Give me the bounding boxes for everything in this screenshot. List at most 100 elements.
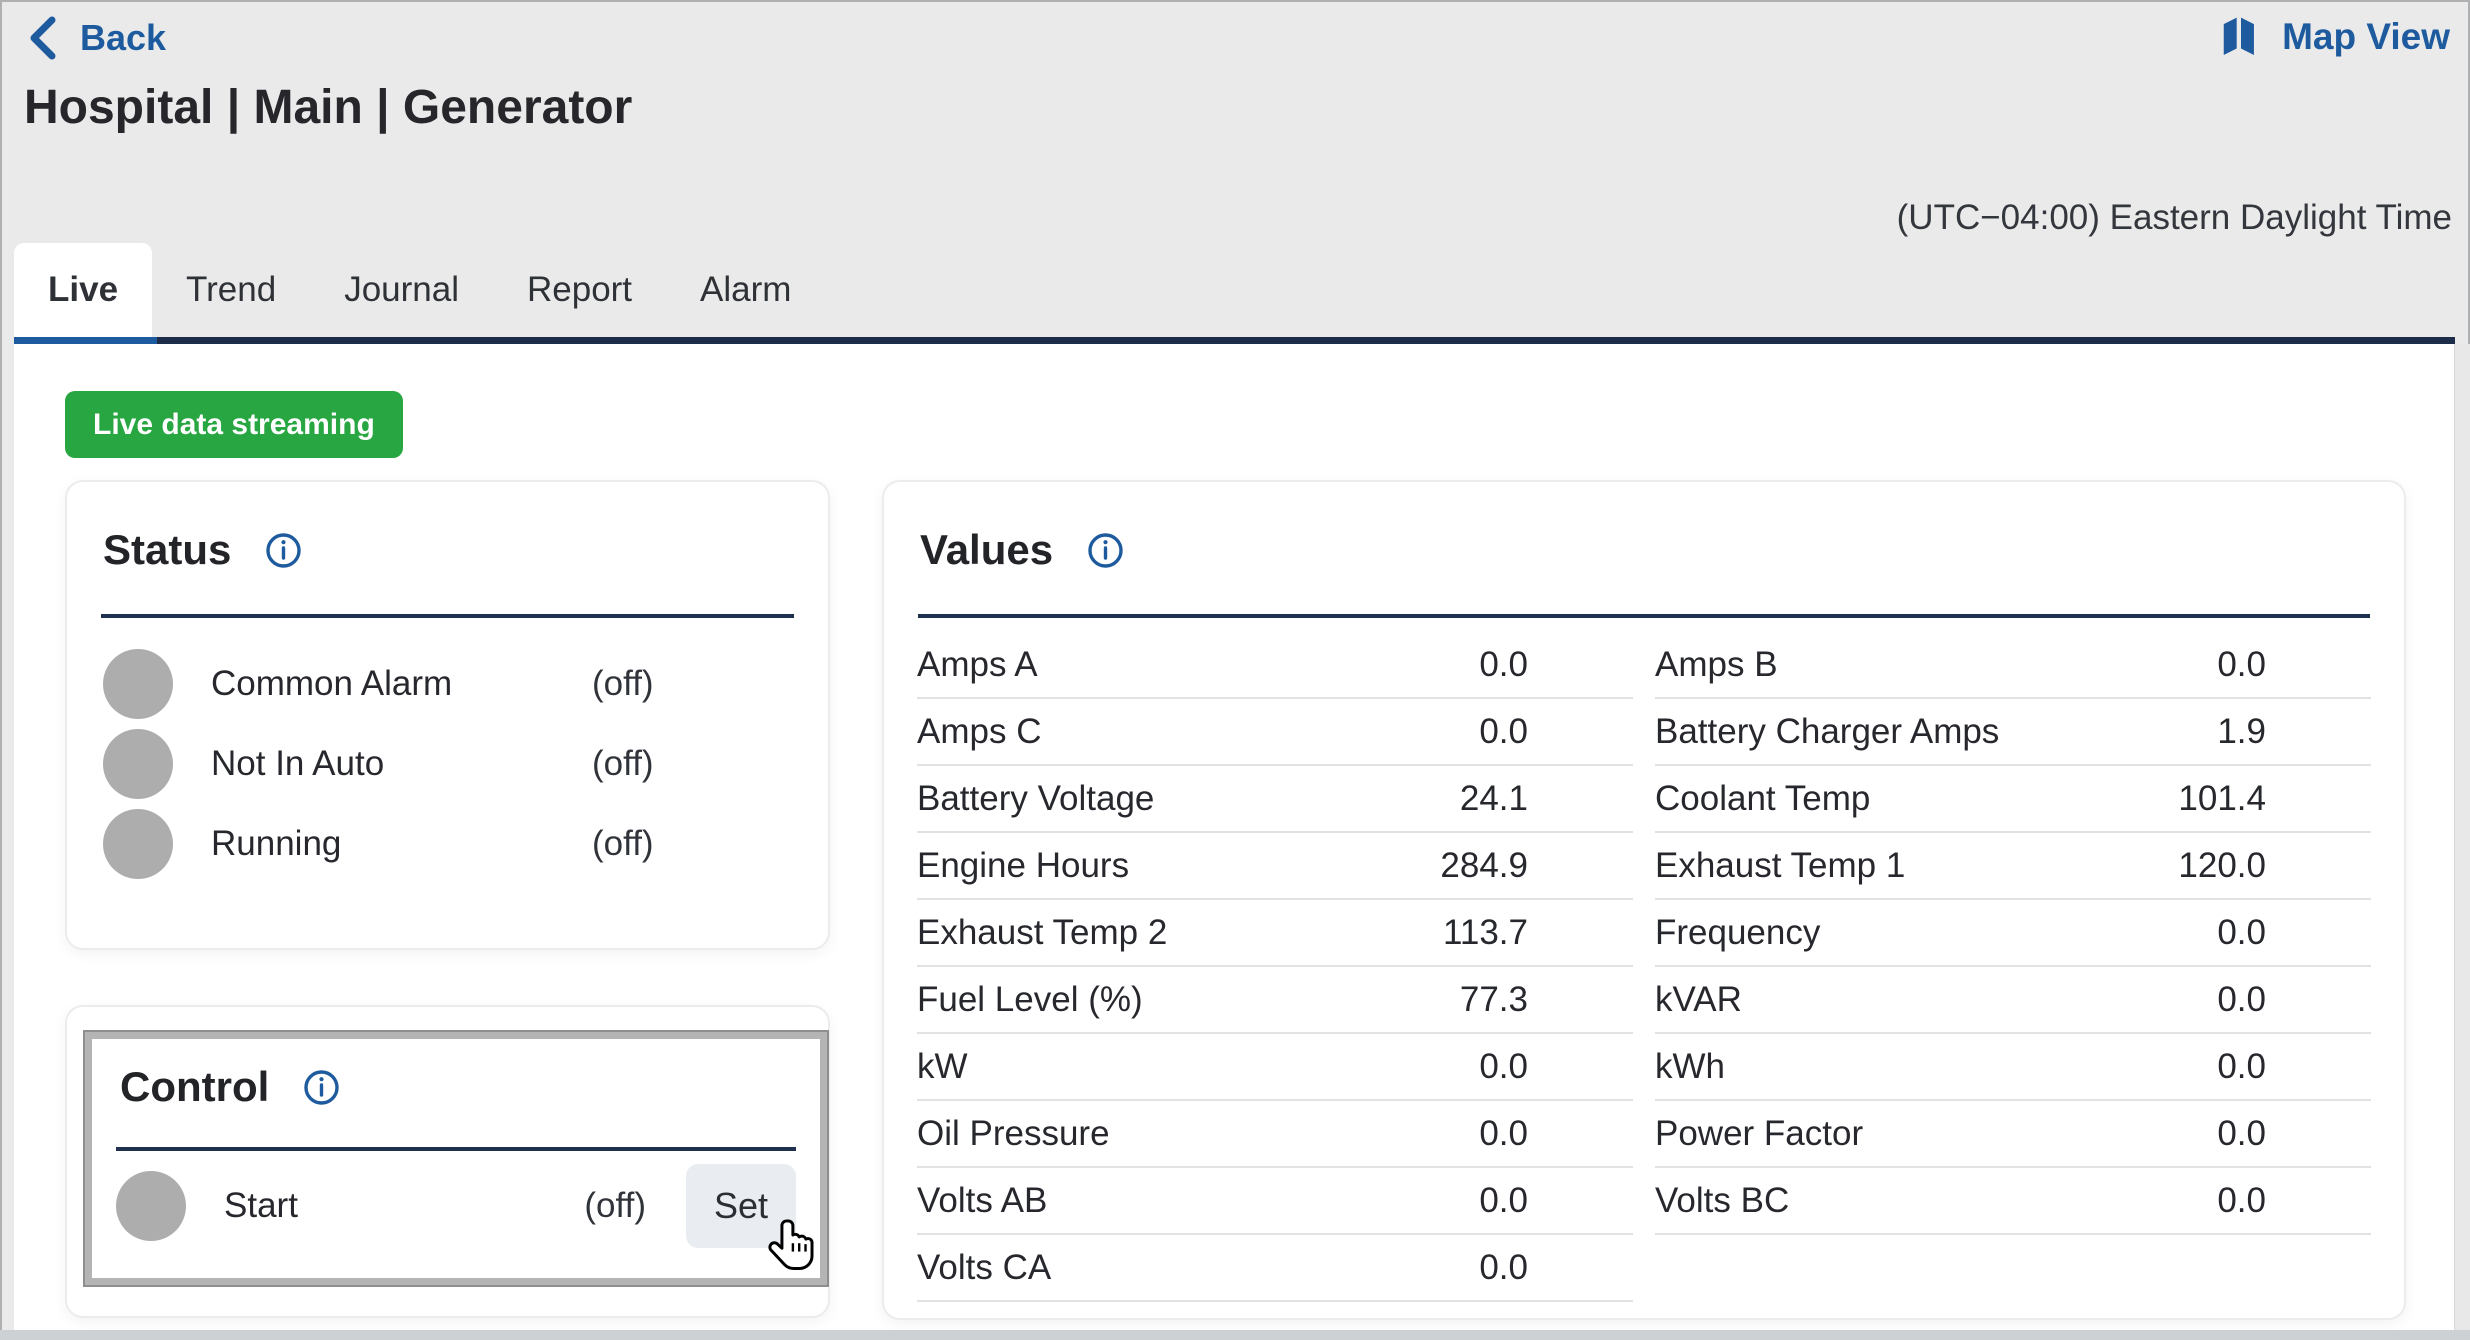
value-label: Exhaust Temp 1 [1655, 846, 1905, 886]
info-icon[interactable] [303, 1069, 340, 1106]
value-row: Engine Hours 284.9 [917, 833, 1633, 900]
value-number: 77.3 [1460, 980, 1633, 1020]
value-row: Frequency 0.0 [1655, 900, 2371, 967]
value-number: 0.0 [2217, 980, 2371, 1020]
set-button[interactable]: Set [686, 1164, 796, 1248]
value-row: Battery Charger Amps 1.9 [1655, 699, 2371, 766]
value-row: Exhaust Temp 1 120.0 [1655, 833, 2371, 900]
value-row: Volts CA0.0 [917, 1235, 1633, 1302]
tab-alarm[interactable]: Alarm [666, 243, 825, 337]
tab-trend[interactable]: Trend [152, 243, 310, 337]
values-table: Amps A0.0 Amps C0.0 Battery Voltage24.1 … [884, 618, 2404, 1302]
tab-report[interactable]: Report [493, 243, 666, 337]
status-row: Common Alarm (off) [103, 644, 792, 724]
tab-bar: Live Trend Journal Report Alarm [14, 243, 825, 337]
value-row: kWh0.0 [1655, 1034, 2371, 1101]
value-label: Volts CA [917, 1248, 1051, 1288]
value-row: Battery Voltage 24.1 [917, 766, 1633, 833]
value-row: Power Factor 0.0 [1655, 1101, 2371, 1168]
status-label: Not In Auto [211, 744, 592, 784]
value-label: Volts AB [917, 1181, 1047, 1221]
value-number: 0.0 [2217, 1181, 2371, 1221]
map-view-label: Map View [2282, 16, 2450, 58]
control-label: Start [224, 1186, 584, 1226]
value-label: Oil Pressure [917, 1114, 1110, 1154]
value-row: Fuel Level (%) 77.3 [917, 967, 1633, 1034]
value-number: 24.1 [1460, 779, 1633, 819]
value-number: 0.0 [1479, 1114, 1633, 1154]
info-icon[interactable] [265, 532, 302, 569]
value-label: Exhaust Temp 2 [917, 913, 1167, 953]
value-label: Power Factor [1655, 1114, 1863, 1154]
value-number: 0.0 [2217, 1047, 2371, 1087]
value-label: Coolant Temp [1655, 779, 1870, 819]
value-row: kW 0.0 [917, 1034, 1633, 1101]
status-label: Common Alarm [211, 664, 592, 704]
value-number: 0.0 [1479, 1181, 1633, 1221]
active-tab-underline [14, 337, 157, 344]
value-number: 0.0 [1479, 645, 1633, 685]
status-row: Not In Auto (off) [103, 724, 792, 804]
card-divider [116, 1147, 796, 1151]
values-column-right: Amps B0.0 Battery Charger Amps 1.9 Coolan… [1655, 632, 2371, 1302]
status-state: (off) [592, 824, 792, 864]
back-label: Back [80, 17, 166, 59]
values-column-left: Amps A0.0 Amps C0.0 Battery Voltage24.1 … [917, 632, 1633, 1302]
value-row: Amps C 0.0 [917, 699, 1633, 766]
status-state: (off) [592, 744, 792, 784]
value-row: Amps B0.0 [1655, 632, 2371, 699]
live-data-streaming-badge: Live data streaming [65, 391, 403, 458]
status-indicator-dot [103, 809, 173, 879]
status-card-title: Status [103, 526, 231, 574]
control-state: (off) [584, 1186, 646, 1226]
timezone-label: (UTC−04:00) Eastern Daylight Time [1897, 198, 2452, 238]
value-label: Frequency [1655, 913, 1820, 953]
tab-live[interactable]: Live [14, 243, 152, 337]
horizontal-scrollbar[interactable] [0, 1330, 2470, 1340]
status-indicator-dot [103, 729, 173, 799]
status-label: Running [211, 824, 592, 864]
control-indicator-dot [116, 1171, 186, 1241]
value-number: 101.4 [2178, 779, 2371, 819]
tab-underline [14, 337, 2455, 344]
value-number: 0.0 [2217, 1114, 2371, 1154]
value-number: 1.9 [2217, 712, 2371, 752]
value-label: Fuel Level (%) [917, 980, 1143, 1020]
value-label: Battery Charger Amps [1655, 712, 1999, 752]
value-number: 0.0 [1479, 712, 1633, 752]
value-label: Volts BC [1655, 1181, 1789, 1221]
map-icon [2218, 14, 2264, 60]
value-label: Amps A [917, 645, 1038, 685]
values-card-title: Values [920, 526, 1053, 574]
values-card: Values Amps A 0.0 Amps C 0.0 Battery Volta… [882, 480, 2406, 1320]
value-label: kVAR [1655, 980, 1742, 1020]
value-number: 120.0 [2178, 846, 2371, 886]
value-row: Oil Pressure 0.0 [917, 1101, 1633, 1168]
control-highlight-box: Control Start (off) Set [85, 1032, 827, 1285]
app-window: Back Map View Hospital | Main | Generato… [0, 0, 2470, 1340]
value-row: Exhaust Temp 2 113.7 [917, 900, 1633, 967]
value-label: Engine Hours [917, 846, 1129, 886]
control-card: Control Start (off) Set [65, 1005, 830, 1318]
value-number: 113.7 [1443, 913, 1633, 953]
value-row: Volts AB 0.0 [917, 1168, 1633, 1235]
vertical-scrollbar[interactable] [2454, 344, 2470, 1330]
back-button[interactable]: Back [28, 16, 166, 60]
status-state: (off) [592, 664, 792, 704]
control-row: Start (off) Set [116, 1165, 796, 1247]
value-row: kVAR 0.0 [1655, 967, 2371, 1034]
map-view-button[interactable]: Map View [2218, 14, 2450, 60]
value-number: 0.0 [2217, 913, 2371, 953]
value-row: Volts BC 0.0 [1655, 1168, 2371, 1235]
info-icon[interactable] [1087, 532, 1124, 569]
value-label: Amps C [917, 712, 1041, 752]
value-number: 0.0 [1479, 1047, 1633, 1087]
tab-journal[interactable]: Journal [310, 243, 493, 337]
value-label: Battery Voltage [917, 779, 1154, 819]
chevron-left-icon [28, 16, 58, 60]
value-number: 284.9 [1440, 846, 1633, 886]
value-row: Coolant Temp 101.4 [1655, 766, 2371, 833]
status-indicator-dot [103, 649, 173, 719]
value-label: kW [917, 1047, 968, 1087]
status-card: Status Common Alarm (off) Not In Auto (o… [65, 480, 830, 950]
